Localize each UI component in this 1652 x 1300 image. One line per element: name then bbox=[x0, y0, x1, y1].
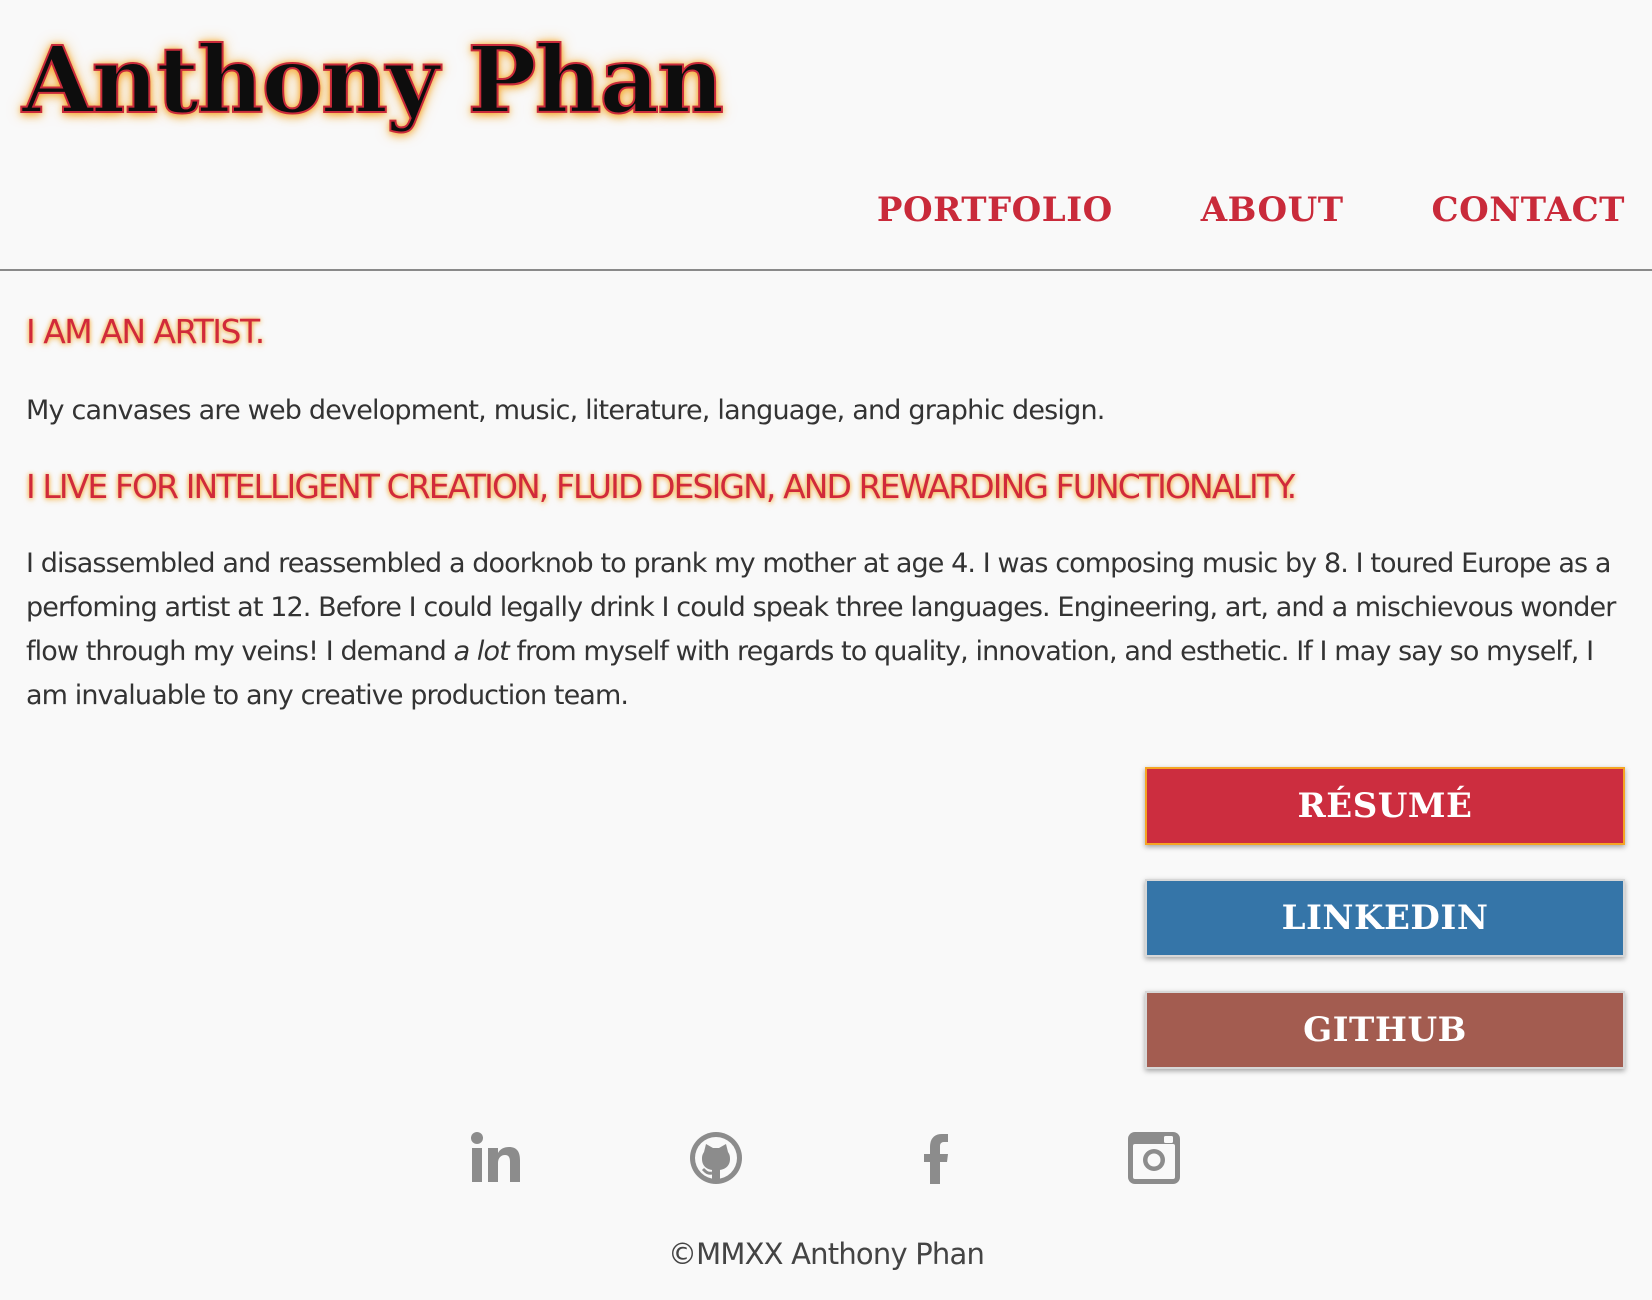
bio-emphasis: a lot bbox=[453, 636, 510, 667]
social-links bbox=[0, 1130, 1652, 1190]
nav-link-contact[interactable]: CONTACT bbox=[1432, 190, 1625, 230]
intro-heading: I AM AN ARTIST. bbox=[26, 312, 265, 351]
site-title[interactable]: Anthony Phan bbox=[21, 28, 725, 131]
nav-link-portfolio[interactable]: PORTFOLIO bbox=[877, 190, 1113, 230]
instagram-icon bbox=[1128, 1132, 1180, 1184]
main-content: I AM AN ARTIST. My canvases are web deve… bbox=[26, 312, 1626, 718]
intro-paragraph: My canvases are web development, music, … bbox=[26, 395, 1105, 426]
instagram-social-link[interactable] bbox=[1126, 1130, 1182, 1186]
header-divider bbox=[0, 269, 1652, 271]
github-icon bbox=[690, 1132, 742, 1184]
linkedin-icon bbox=[471, 1132, 520, 1182]
bio-paragraph: I disassembled and reassembled a doorkno… bbox=[26, 542, 1626, 718]
linkedin-button[interactable]: LINKEDIN bbox=[1145, 879, 1625, 957]
facebook-icon bbox=[924, 1134, 948, 1184]
facebook-social-link[interactable] bbox=[906, 1130, 962, 1186]
resume-button[interactable]: RÉSUMÉ bbox=[1145, 767, 1625, 845]
github-button[interactable]: GITHUB bbox=[1145, 991, 1625, 1069]
mission-heading: I LIVE FOR INTELLIGENT CREATION, FLUID D… bbox=[26, 467, 1297, 506]
profile-button-group: RÉSUMÉ LINKEDIN GITHUB bbox=[1145, 767, 1625, 1103]
nav-link-about[interactable]: ABOUT bbox=[1201, 190, 1344, 230]
github-social-link[interactable] bbox=[688, 1130, 744, 1186]
linkedin-social-link[interactable] bbox=[468, 1130, 524, 1186]
main-nav: PORTFOLIO ABOUT CONTACT bbox=[877, 190, 1625, 230]
footer-copyright: ©MMXX Anthony Phan bbox=[667, 1237, 985, 1271]
